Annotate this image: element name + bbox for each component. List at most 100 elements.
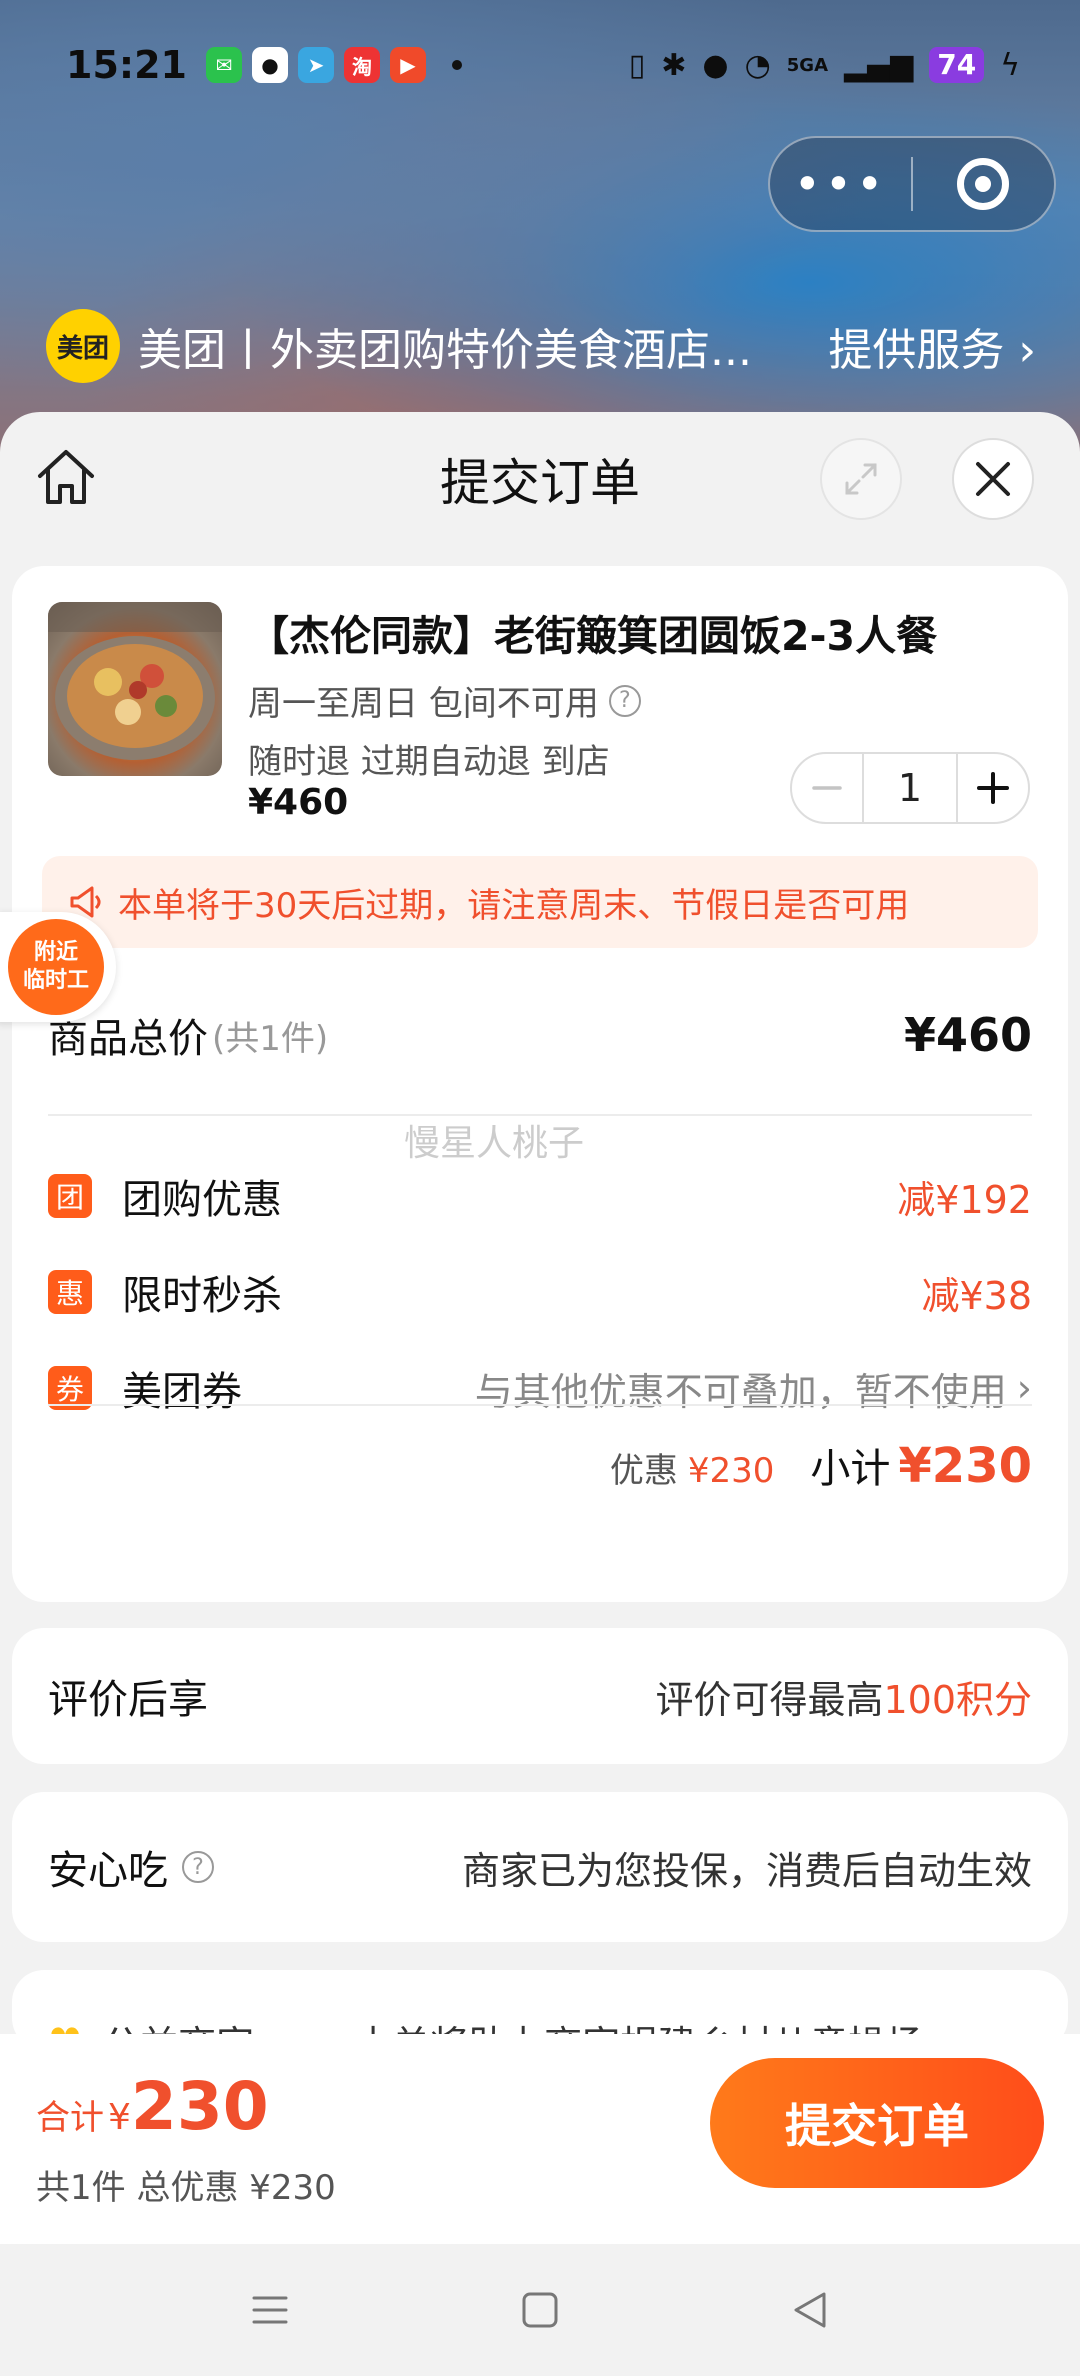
taobao-icon: 淘	[344, 47, 380, 83]
status-time: 15:21	[66, 43, 187, 87]
discount-total-value: ¥230	[687, 1451, 775, 1491]
location-icon: ●	[702, 47, 729, 83]
service-row[interactable]: 美团 美团丨外卖团购特价美食酒店... 提供服务 ›	[46, 308, 1036, 384]
page-title: 提交订单	[440, 454, 640, 512]
page: 15:21 ✉ ● ➤ 淘 ▶ ▯ ✱ ● ◔ 5GA ▂▄▆ 74 ϟ •••…	[0, 0, 1080, 2376]
vibrate-icon: ▯	[628, 47, 646, 83]
notification-icons: ✉ ● ➤ 淘 ▶	[206, 47, 462, 83]
checkout-bar: 合计 ¥ 230 共1件 总优惠 ¥230 提交订单	[0, 2034, 1080, 2244]
system-nav-bar	[0, 2244, 1080, 2376]
meituan-logo: 美团	[46, 309, 120, 383]
increase-button[interactable]	[958, 754, 1028, 822]
watermark: 慢星人桃子	[404, 1123, 585, 1164]
review-reward: 评价可得最高100积分	[655, 1669, 1032, 1724]
expand-button[interactable]	[820, 438, 902, 520]
insurance-label-group: 安心吃 ?	[48, 1838, 214, 1896]
review-points: 100积分	[883, 1677, 1032, 1722]
grand-total-label: 合计	[36, 2098, 104, 2138]
square-icon	[522, 2292, 558, 2328]
nav-menu-button[interactable]	[135, 2290, 405, 2330]
discount-row-coupon[interactable]: 券 美团券 与其他优惠不可叠加，暂不使用 ›	[48, 1360, 1032, 1416]
video-app-icon: ▶	[390, 47, 426, 83]
discount-total-label: 优惠	[609, 1451, 678, 1491]
nav-home-button[interactable]	[405, 2290, 675, 2330]
nav-back-button[interactable]	[675, 2290, 945, 2330]
decrease-button[interactable]	[792, 754, 862, 822]
wifi-icon: ◔	[744, 47, 771, 83]
help-icon[interactable]: ?	[182, 1851, 214, 1883]
discount-name: 限时秒杀	[122, 1273, 282, 1319]
discount-value: 减¥38	[921, 1273, 1032, 1318]
food-platter-image	[48, 602, 222, 760]
product-name: 【杰伦同款】老街簸箕团圆饭2-3人餐	[248, 612, 938, 660]
menu-icon	[252, 2296, 288, 2324]
close-icon	[976, 462, 1010, 496]
discount-badge: 团	[48, 1174, 92, 1218]
subtotal-label: 小计	[810, 1446, 891, 1492]
insurance-label: 安心吃	[48, 1848, 168, 1894]
help-icon[interactable]: ?	[608, 684, 641, 717]
nearby-gig-float-button[interactable]: 附近 临时工	[0, 912, 116, 1022]
insurance-card: 安心吃 ? 商家已为您投保，消费后自动生效	[12, 1792, 1068, 1942]
service-title: 美团丨外卖团购特价美食酒店...	[138, 325, 752, 376]
wechat-icon: ✉	[206, 47, 242, 83]
battery-indicator: 74	[929, 47, 985, 83]
expiry-notice: 本单将于30天后过期，请注意周末、节假日是否可用	[42, 856, 1038, 948]
product-availability: 周一至周日 包间不可用 ?	[248, 676, 641, 725]
status-bar: 15:21 ✉ ● ➤ 淘 ▶ ▯ ✱ ● ◔ 5GA ▂▄▆ 74 ϟ	[0, 0, 1080, 130]
subtotal-row: 优惠 ¥230 小计 ¥230	[48, 1436, 1032, 1494]
discount-value: 减¥192	[897, 1177, 1032, 1222]
expand-icon	[845, 463, 877, 495]
nearby-gig-badge: 附近 临时工	[8, 919, 104, 1015]
divider	[48, 1404, 1032, 1406]
review-text: 评价可得最高	[655, 1677, 884, 1722]
subtotal-value: ¥230	[898, 1438, 1032, 1494]
sheet-header: 提交订单	[0, 412, 1080, 546]
product-image[interactable]	[48, 602, 222, 776]
service-link[interactable]: 提供服务 ›	[828, 314, 1036, 378]
goods-total-row: 商品总价 (共1件) ¥460	[48, 1006, 1032, 1064]
qq-icon: ●	[252, 47, 288, 83]
charging-icon: ϟ	[1000, 47, 1020, 83]
order-summary: 共1件 总优惠 ¥230	[36, 2168, 336, 2208]
availability-text: 周一至周日 包间不可用	[248, 684, 599, 724]
refund-policy: 随时退 过期自动退 到店	[248, 742, 610, 782]
insurance-text: 商家已为您投保，消费后自动生效	[461, 1848, 1032, 1893]
discount-row-groupbuy: 团 团购优惠 减¥192	[48, 1168, 1032, 1224]
goods-count: (共1件)	[212, 1018, 329, 1059]
more-options-button[interactable]: •••	[770, 161, 911, 207]
quantity-value[interactable]: 1	[862, 754, 958, 822]
product-price: ¥460	[248, 782, 349, 823]
float-line2: 临时工	[22, 968, 89, 993]
home-icon[interactable]	[34, 446, 98, 510]
coupon-status: 与其他优惠不可叠加，暂不使用	[474, 1369, 1007, 1414]
back-triangle-icon	[794, 2292, 826, 2328]
discount-row-flashsale: 惠 限时秒杀 减¥38	[48, 1264, 1032, 1320]
service-link-label: 提供服务	[828, 325, 1005, 376]
review-label: 评价后享	[48, 1677, 208, 1723]
more-notifications-dot	[452, 60, 462, 70]
submit-order-button[interactable]: 提交订单	[710, 2058, 1044, 2188]
minus-icon	[812, 786, 842, 790]
coupon-selector[interactable]: 与其他优惠不可叠加，暂不使用 ›	[475, 1361, 1032, 1416]
network-label: 5GA	[786, 54, 829, 76]
grand-total: 合计 ¥ 230	[36, 2068, 269, 2145]
grand-total-amount: 230	[130, 2068, 269, 2145]
close-button[interactable]	[952, 438, 1034, 520]
plus-icon	[977, 772, 1009, 804]
discount-name: 美团券	[122, 1369, 242, 1415]
float-line1: 附近	[33, 940, 78, 965]
bluetooth-icon: ✱	[661, 47, 687, 83]
signal-icon: ▂▄▆	[844, 47, 914, 83]
status-right: ▯ ✱ ● ◔ 5GA ▂▄▆ 74 ϟ	[629, 47, 1020, 83]
telegram-icon: ➤	[298, 47, 334, 83]
discount-name: 团购优惠	[122, 1177, 282, 1223]
grand-total-currency: ¥	[108, 2097, 131, 2138]
quantity-stepper: 1	[790, 752, 1030, 824]
order-detail-card: 【杰伦同款】老街簸箕团圆饭2-3人餐 周一至周日 包间不可用 ? 随时退 过期自…	[12, 566, 1068, 1602]
goods-total-value: ¥460	[903, 1008, 1032, 1062]
discount-badge: 惠	[48, 1270, 92, 1314]
target-icon	[957, 158, 1010, 210]
close-miniprogram-button[interactable]	[913, 158, 1054, 210]
expiry-text: 本单将于30天后过期，请注意周末、节假日是否可用	[118, 885, 910, 926]
